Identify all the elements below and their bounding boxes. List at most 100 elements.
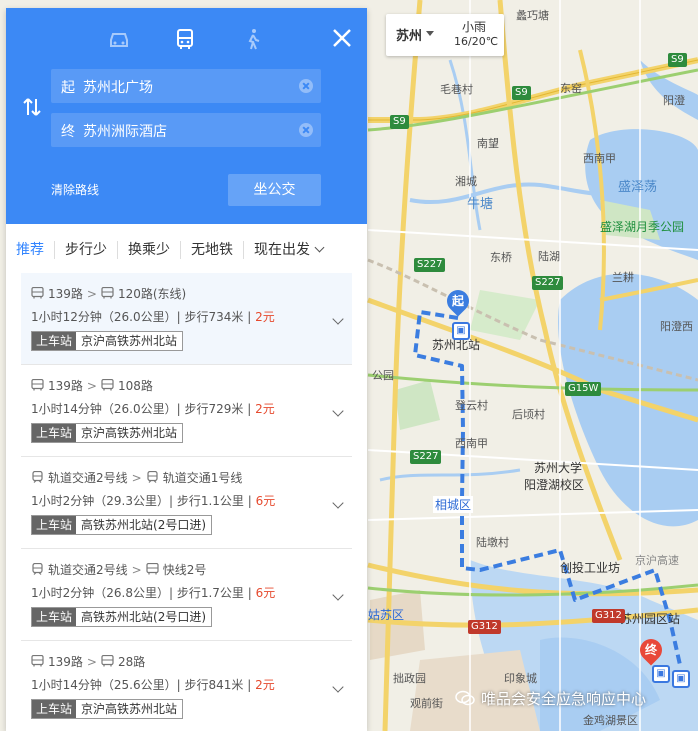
map-label-shengzetang: 盛泽荡	[618, 180, 658, 195]
map-label-xinanjia: 西南甲	[583, 152, 616, 165]
road-shield-s9: S9	[668, 53, 687, 67]
route-option[interactable]: 139路 >108路 1小时14分钟（26.0公里）| 步行729米 | 2元 上车站…	[21, 365, 352, 457]
route-meta: 1小时14分钟（25.6公里）| 步行841米 | 2元	[31, 676, 275, 693]
map-label-suzhou-park: 苏州园区站	[620, 612, 681, 626]
boarding-station: 上车站 京沪高铁苏州北站	[31, 699, 184, 719]
route-option[interactable]: 轨道交通2号线 > 快线2号 1小时2分钟（26.8公里）| 步行1.7公里 | 6元…	[21, 549, 352, 641]
road-shield-g15w: G15W	[565, 382, 602, 396]
filter-less-walking[interactable]: 步行少	[55, 241, 118, 259]
route-line-2: 28路	[117, 655, 146, 669]
route-duration-distance: 1小时2分钟（29.3公里）| 步行1.1公里 |	[31, 494, 252, 508]
close-icon[interactable]	[330, 26, 354, 50]
weather-condition: 小雨	[462, 20, 487, 34]
end-bus-stop-icon[interactable]: ▣	[652, 665, 670, 683]
boarding-station-name: 京沪高铁苏州北站	[76, 424, 183, 442]
bus-icon	[101, 655, 118, 669]
take-bus-button[interactable]: 坐公交	[228, 174, 321, 206]
chevron-down-icon[interactable]	[332, 589, 344, 601]
road-shield-g312: G312	[468, 620, 501, 634]
end-pin[interactable]: 终	[635, 634, 667, 667]
start-pin[interactable]: 起	[442, 285, 474, 318]
road-shield-s227: S227	[532, 276, 564, 290]
chevron-down-icon	[426, 31, 434, 36]
destination-field[interactable]: 终 苏州洲际酒店	[51, 113, 321, 147]
chevron-down-icon	[314, 242, 325, 253]
filter-less-transfer[interactable]: 换乘少	[118, 241, 181, 259]
map-label-gusu: 姑苏区	[368, 608, 405, 622]
swap-icon[interactable]	[22, 96, 42, 118]
origin-value[interactable]: 苏州北广场	[83, 77, 153, 97]
road-shield-s9: S9	[390, 115, 409, 129]
origin-field[interactable]: 起 苏州北广场	[51, 69, 321, 103]
route-option[interactable]: 139路 >28路 1小时14分钟（25.6公里）| 步行841米 | 2元 上车站京…	[21, 641, 352, 731]
map-label-zhuozheng: 拙政园	[393, 672, 426, 685]
road-shield-s227: S227	[410, 450, 442, 464]
walk-icon	[248, 29, 260, 50]
map-label-yangcheng-east: 阳澄西	[660, 320, 693, 333]
chevron-down-icon[interactable]	[332, 681, 344, 693]
boarding-station-key: 上车站	[32, 608, 77, 626]
destination-value[interactable]: 苏州洲际酒店	[83, 121, 167, 141]
route-lines: 轨道交通2号线 > 轨道交通1号线	[31, 469, 242, 486]
route-line-1: 轨道交通2号线	[48, 471, 128, 485]
route-lines: 轨道交通2号线 > 快线2号	[31, 561, 206, 578]
map-label-shengze-park: 盛泽湖月季公园	[600, 220, 685, 234]
route-line-2: 120路(东线)	[117, 287, 187, 301]
map-label-niutang: 牛塘	[467, 197, 494, 212]
start-bus-stop-icon[interactable]: ▣	[452, 322, 470, 340]
filter-recommend[interactable]: 推荐	[6, 241, 55, 259]
route-option[interactable]: 轨道交通2号线 > 轨道交通1号线 1小时2分钟（29.3公里）| 步行1.1公里 |…	[21, 457, 352, 549]
route-line-1: 轨道交通2号线	[48, 563, 128, 577]
chevron-down-icon[interactable]	[332, 313, 344, 325]
route-duration-distance: 1小时2分钟（26.8公里）| 步行1.7公里 |	[31, 586, 252, 600]
filter-no-subway[interactable]: 无地铁	[181, 241, 244, 259]
boarding-station-name: 京沪高铁苏州北站	[76, 332, 183, 350]
map-label-jinji: 京沪高速	[635, 554, 679, 567]
watermark: 唯品会安全应急响应中心	[455, 688, 646, 709]
map-label-gongyuan: 公园	[372, 369, 394, 382]
route-line-1: 139路	[48, 379, 83, 393]
drive-mode-tab[interactable]	[106, 26, 136, 54]
map-label-dengyun: 登云村	[455, 399, 488, 412]
filter-depart-now[interactable]: 现在出发	[244, 241, 333, 259]
boarding-station-key: 上车站	[32, 700, 77, 718]
wechat-icon	[455, 690, 475, 706]
route-line-2: 快线2号	[162, 563, 207, 577]
car-icon	[110, 33, 128, 47]
transfer-arrow-icon: >	[86, 287, 97, 301]
bus-icon	[101, 287, 118, 301]
route-lines: 139路 >108路	[31, 377, 153, 394]
transfer-arrow-icon: >	[86, 655, 97, 669]
route-duration-distance: 1小时12分钟（26.0公里）| 步行734米 |	[31, 310, 252, 324]
route-price: 2元	[255, 678, 275, 692]
boarding-station: 上车站 京沪高铁苏州北站	[31, 423, 184, 443]
boarding-station-name: 高铁苏州北站(2号口进)	[76, 516, 212, 534]
clear-destination-icon[interactable]	[299, 123, 313, 137]
bus-icon	[146, 563, 163, 577]
subway-icon	[31, 471, 48, 485]
boarding-station-name: 高铁苏州北站(2号口进)	[76, 608, 212, 626]
map-label-luhu: 陆湖	[538, 250, 560, 263]
route-meta: 1小时2分钟（26.8公里）| 步行1.7公里 | 6元	[31, 584, 275, 601]
boarding-station-key: 上车站	[32, 424, 77, 442]
map-label-chuangtou: 创投工业坊	[560, 561, 621, 575]
route-duration-distance: 1小时14分钟（26.0公里）| 步行729米 |	[31, 402, 252, 416]
bus-mode-tab[interactable]	[172, 26, 202, 54]
city-selector[interactable]: 苏州	[396, 25, 422, 44]
chevron-down-icon[interactable]	[332, 405, 344, 417]
boarding-station-name: 京沪高铁苏州北站	[76, 700, 183, 718]
boarding-station: 上车站 高铁苏州北站(2号口进)	[31, 607, 213, 627]
walk-mode-tab[interactable]	[240, 26, 270, 54]
route-option[interactable]: 139路 >120路(东线) 1小时12分钟（26.0公里）| 步行734米 | 2…	[21, 273, 352, 365]
map-label-xiangcheng: 相城区	[433, 496, 474, 513]
boarding-station-key: 上车站	[32, 516, 77, 534]
clear-origin-icon[interactable]	[299, 79, 313, 93]
clear-route-link[interactable]: 清除路线	[51, 181, 99, 198]
weather-widget[interactable]: 苏州 小雨 16/20℃	[386, 14, 504, 56]
route-lines: 139路 >120路(东线)	[31, 285, 186, 302]
depart-now-label: 现在出发	[254, 242, 310, 258]
bus-stop-icon[interactable]: ▣	[672, 670, 690, 688]
chevron-down-icon[interactable]	[332, 497, 344, 509]
start-pin-label: 起	[451, 294, 464, 308]
watermark-text: 唯品会安全应急响应中心	[481, 690, 647, 708]
